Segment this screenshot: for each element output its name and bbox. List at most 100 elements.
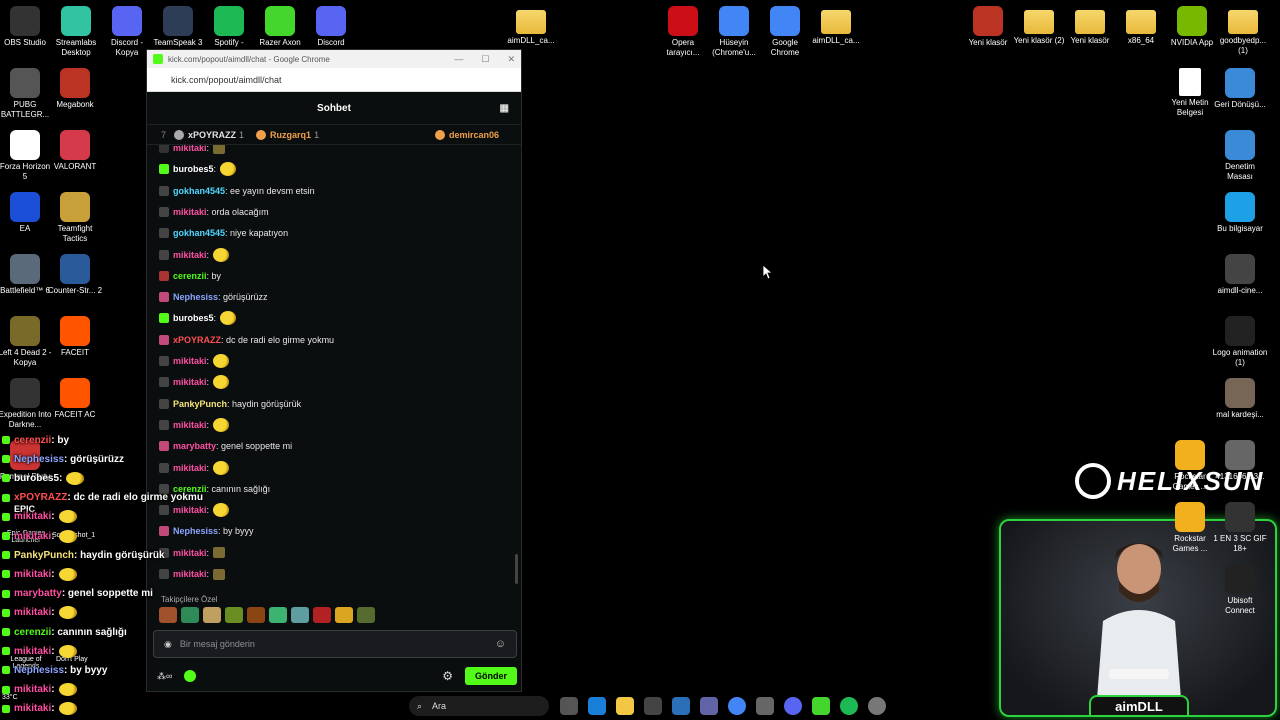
emote-icon[interactable] [269, 607, 287, 623]
emote-icon[interactable] [335, 607, 353, 623]
desktop-icon[interactable]: EA [0, 192, 53, 234]
desktop-icon[interactable]: NVIDIA App [1164, 6, 1220, 48]
windows-start-icon[interactable] [380, 697, 398, 715]
desktop-icon[interactable]: Megabonk [47, 68, 103, 110]
desktop-icon[interactable]: Discord - Kopya [99, 6, 155, 58]
desktop-icon[interactable]: Google Chrome [757, 6, 813, 58]
desktop-icon[interactable]: Yeni klasör [960, 6, 1016, 48]
teams-icon[interactable] [700, 697, 718, 715]
discord-icon[interactable] [784, 697, 802, 715]
desktop-icon[interactable]: Rockstar Games ... [1162, 502, 1218, 554]
send-button[interactable]: Gönder [464, 667, 517, 685]
desktop-icon[interactable]: VALORANT [47, 130, 103, 172]
desktop-icon[interactable]: Spotify - [201, 6, 257, 48]
desktop-icon[interactable]: 41316661-3... [1212, 440, 1268, 482]
chat-username[interactable]: mikitaki [173, 569, 207, 579]
desktop-icon[interactable]: Discord [303, 6, 359, 48]
chrome-icon[interactable] [728, 697, 746, 715]
desktop-icon[interactable]: 1 EN 3 SC GIF 18+ [1212, 502, 1268, 554]
emote-icon[interactable] [313, 607, 331, 623]
kick-logo-icon[interactable] [184, 670, 197, 682]
chat-username[interactable]: mikitaki [173, 377, 207, 387]
top-gifter[interactable]: 7 xPOYRAZZ 1 [161, 129, 244, 140]
desktop-icon[interactable]: Razer Axon [252, 6, 308, 48]
desktop-icon[interactable]: PUBG BATTLEGR... [0, 68, 53, 120]
store-icon[interactable] [644, 697, 662, 715]
settings-icon[interactable] [756, 697, 774, 715]
desktop-icon[interactable]: Teamfight Tactics [47, 192, 103, 244]
desktop-icon[interactable]: goodbyedp... (1) [1215, 6, 1271, 56]
desktop-icon[interactable]: aimDLL_ca... [808, 6, 864, 46]
desktop-icon[interactable]: FACEIT AC [47, 378, 103, 420]
chat-username[interactable]: burobes5 [173, 313, 214, 323]
desktop-icon[interactable]: Geri Dönüşü... [1212, 68, 1268, 110]
emote-icon[interactable] [247, 607, 265, 623]
minimize-icon[interactable]: — [454, 54, 463, 65]
task-view-icon[interactable] [560, 697, 578, 715]
chat-username[interactable]: Nephesiss [173, 526, 218, 536]
desktop-icon[interactable]: Rockstar Games ... [1162, 440, 1218, 492]
chat-username[interactable]: mikitaki [173, 420, 207, 430]
desktop-icon[interactable]: Counter-Str... 2 [47, 254, 103, 296]
desktop-icon[interactable]: aimDLL_ca... [503, 6, 559, 46]
chat-username[interactable]: mikitaki [173, 145, 207, 153]
chat-input[interactable]: ◉ Bir mesaj gönderin ☺ [153, 630, 517, 658]
taskbar-search[interactable]: ⌕ Ara [409, 696, 549, 716]
chat-username[interactable]: marybatty [173, 441, 216, 451]
reply-icon[interactable]: ◉ [164, 639, 172, 650]
maximize-icon[interactable]: ☐ [481, 54, 489, 65]
chat-scrollbar[interactable] [515, 554, 518, 584]
desktop-icon[interactable]: Expedition Into Darkne... [0, 378, 53, 430]
emoji-icon[interactable]: ☺ [495, 638, 506, 650]
desktop-icon[interactable]: OBS Studio [0, 6, 53, 48]
file-explorer-icon[interactable] [616, 697, 634, 715]
address-bar[interactable]: kick.com/popout/aimdll/chat [147, 68, 521, 92]
desktop-icon[interactable]: TeamSpeak 3 [150, 6, 206, 48]
desktop-icon[interactable]: Yeni klasör (2) [1011, 6, 1067, 46]
chat-username[interactable]: xPOYRAZZ [173, 335, 221, 345]
chat-username[interactable]: mikitaki [173, 548, 207, 558]
obs-icon[interactable] [868, 697, 886, 715]
top-gifter[interactable]: demircan06 [434, 129, 499, 140]
desktop-icon[interactable]: Yeni klasör [1062, 6, 1118, 46]
chat-username[interactable]: burobes5 [173, 164, 214, 174]
emote-icon[interactable] [181, 607, 199, 623]
chat-username[interactable]: mikitaki [173, 463, 207, 473]
chat-username[interactable]: mikitaki [173, 207, 207, 217]
desktop-icon[interactable]: mal kardeşi... [1212, 378, 1268, 420]
desktop-icon[interactable]: aimdll-cine... [1212, 254, 1268, 296]
chat-username[interactable]: mikitaki [173, 356, 207, 366]
desktop-icon[interactable]: Ubisoft Connect [1212, 564, 1268, 616]
chat-username[interactable]: gokhan4545 [173, 228, 225, 238]
chat-username[interactable]: cerenzii [173, 271, 207, 281]
emote-icon[interactable] [203, 607, 221, 623]
chat-username[interactable]: mikitaki [173, 250, 207, 260]
emote-icon[interactable] [291, 607, 309, 623]
chat-username[interactable]: mikitaki [173, 505, 207, 515]
close-icon[interactable]: ✕ [507, 54, 515, 65]
desktop-icon[interactable]: Battlefield™ 6 [0, 254, 53, 296]
desktop-icon[interactable]: Streamlabs Desktop [48, 6, 104, 58]
emote-icon[interactable] [225, 607, 243, 623]
emote-icon[interactable] [159, 607, 177, 623]
chat-username[interactable]: Nephesiss [173, 292, 218, 302]
emote-icon[interactable] [357, 607, 375, 623]
desktop-icon[interactable]: Opera tarayıcı... [655, 6, 711, 58]
desktop-icon[interactable]: Bu bilgisayar [1212, 192, 1268, 234]
desktop-icon[interactable]: Left 4 Dead 2 - Kopya [0, 316, 53, 368]
desktop-icon[interactable]: Hüseyin (Chrome'u... [706, 6, 762, 58]
desktop-icon[interactable]: FACEIT [47, 316, 103, 358]
gear-icon[interactable]: ⚙ [442, 669, 453, 683]
desktop-icon[interactable]: x86_64 [1113, 6, 1169, 46]
kicks-icon[interactable]: ⁂∞ [157, 671, 172, 682]
edge-icon[interactable] [588, 697, 606, 715]
chat-username[interactable]: gokhan4545 [173, 186, 225, 196]
mail-icon[interactable] [672, 697, 690, 715]
desktop-icon[interactable]: Denetim Masası [1212, 130, 1268, 182]
desktop-icon[interactable]: Logo animation (1) [1212, 316, 1268, 368]
desktop-icon[interactable]: Forza Horizon 5 [0, 130, 53, 182]
layout-icon[interactable]: ▦ [500, 103, 509, 114]
desktop-icon[interactable]: Yeni Metin Belgesi [1162, 68, 1218, 118]
chat-username[interactable]: PankyPunch [173, 399, 227, 409]
spotify-icon[interactable] [840, 697, 858, 715]
